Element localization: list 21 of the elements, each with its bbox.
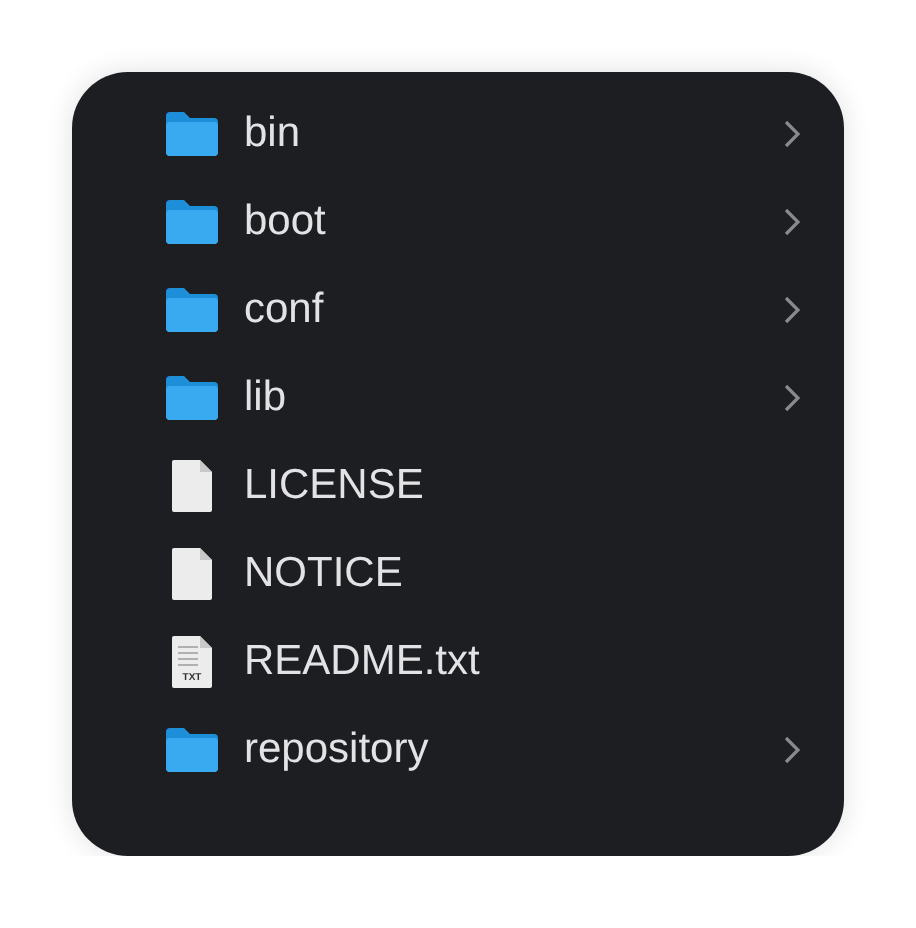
file-icon: [168, 546, 216, 602]
folder-icon: [164, 374, 220, 422]
file-name[interactable]: conf: [244, 286, 784, 334]
chevron-right-icon: [784, 384, 800, 412]
folder-icon: [164, 726, 220, 774]
chevron-right-icon: [784, 296, 800, 324]
folder-icon: [164, 286, 220, 334]
file-icon: [168, 458, 216, 514]
file-name[interactable]: boot: [244, 198, 784, 246]
folder-icon: [164, 198, 220, 246]
file-name[interactable]: lib: [244, 374, 784, 422]
chevron-right-icon: [784, 208, 800, 236]
folder-icon: [164, 110, 220, 158]
chevron-right-icon: [784, 736, 800, 764]
file-name[interactable]: LICENSE: [244, 462, 800, 510]
text-file-icon: [168, 634, 216, 690]
file-name[interactable]: NOTICE: [244, 550, 800, 598]
file-name[interactable]: bin: [244, 110, 784, 158]
file-name[interactable]: repository: [244, 726, 784, 774]
chevron-right-icon: [784, 120, 800, 148]
file-name[interactable]: README.txt: [244, 638, 800, 686]
